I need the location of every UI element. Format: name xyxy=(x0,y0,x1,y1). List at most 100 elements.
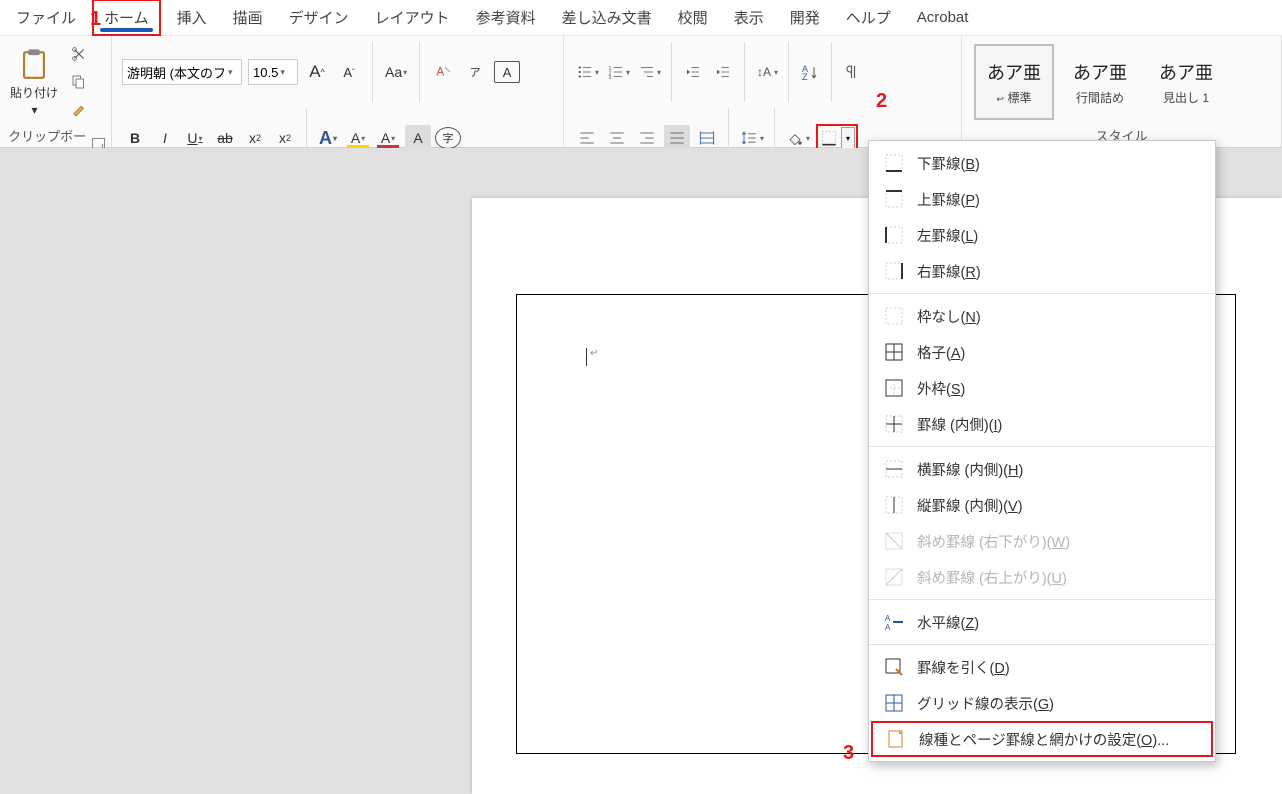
menu-top-border[interactable]: 上罫線(P) xyxy=(869,181,1215,217)
style-normal[interactable]: あア亜 ↩ 標準 xyxy=(974,44,1054,120)
phonetic-guide-button[interactable]: ア xyxy=(462,59,488,85)
increase-indent-button[interactable] xyxy=(710,59,736,85)
distribute-icon xyxy=(697,128,717,148)
text-cursor xyxy=(586,348,587,366)
line-spacing-icon xyxy=(739,128,759,148)
annotation-2: 2 xyxy=(876,90,887,113)
pilcrow-icon xyxy=(844,63,862,81)
menu-borders-and-shading[interactable]: 線種とページ罫線と網かけの設定(O)... xyxy=(871,721,1213,757)
style-sample: あア亜 xyxy=(1159,59,1213,85)
multilevel-button[interactable]: ▾ xyxy=(636,59,663,85)
menu-diag-down-border: 斜め罫線 (右下がり)(W) xyxy=(869,523,1215,559)
multilevel-icon xyxy=(638,63,656,81)
numbering-icon: 123 xyxy=(607,63,625,81)
tab-layout[interactable]: レイアウト xyxy=(365,1,460,34)
draw-border-icon xyxy=(884,657,904,677)
border-none-icon xyxy=(884,306,904,326)
tab-help[interactable]: ヘルプ xyxy=(836,1,901,34)
menu-separator xyxy=(869,446,1215,447)
numbering-button[interactable]: 123▾ xyxy=(605,59,632,85)
eraser-icon: A xyxy=(433,62,453,82)
font-size-value: 10.5 xyxy=(253,65,278,80)
tab-design[interactable]: デザイン xyxy=(279,1,359,34)
menu-inside-v-border[interactable]: 縦罫線 (内側)(V) xyxy=(869,487,1215,523)
border-bottom-icon xyxy=(884,153,904,173)
tab-references[interactable]: 参考資料 xyxy=(466,1,546,34)
menu-left-border[interactable]: 左罫線(L) xyxy=(869,217,1215,253)
text-direction-button[interactable]: ↕A▾ xyxy=(753,59,780,85)
menu-separator xyxy=(869,644,1215,645)
tab-home[interactable]: ホーム xyxy=(92,0,161,36)
chevron-down-icon: ▾ xyxy=(841,127,855,149)
horizontal-line-icon: AA xyxy=(884,612,904,632)
ribbon-tabs: ファイル ホーム 挿入 描画 デザイン レイアウト 参考資料 差し込み文書 校閲… xyxy=(0,0,1282,36)
outdent-icon xyxy=(684,63,702,81)
decrease-indent-button[interactable] xyxy=(680,59,706,85)
style-nospacing[interactable]: あア亜 行間詰め xyxy=(1060,44,1140,120)
menu-bottom-border[interactable]: 下罫線(B) xyxy=(869,145,1215,181)
tab-mailings[interactable]: 差し込み文書 xyxy=(552,1,662,34)
menu-outside-borders[interactable]: 外枠(S) xyxy=(869,370,1215,406)
brush-icon xyxy=(70,101,88,119)
style-sample: あア亜 xyxy=(1073,59,1127,85)
menu-separator xyxy=(869,599,1215,600)
menu-all-borders[interactable]: 格子(A) xyxy=(869,334,1215,370)
clear-format-button[interactable]: A xyxy=(430,59,456,85)
tab-view[interactable]: 表示 xyxy=(724,1,774,34)
grow-font-button[interactable]: A^ xyxy=(304,59,330,85)
char-border-button[interactable]: A xyxy=(494,61,520,83)
page-border-icon xyxy=(886,729,906,749)
tab-file[interactable]: ファイル xyxy=(6,1,86,34)
clipboard-icon xyxy=(17,48,51,82)
chevron-down-icon: ▾ xyxy=(31,103,37,117)
style-heading1[interactable]: あア亜 見出し 1 xyxy=(1146,44,1226,120)
border-diag-down-icon xyxy=(884,531,904,551)
tab-draw[interactable]: 描画 xyxy=(223,1,273,34)
scissors-icon xyxy=(70,45,88,63)
menu-inside-h-border[interactable]: 横罫線 (内側)(H) xyxy=(869,451,1215,487)
group-font: 游明朝 (本文のフ▾ 10.5▾ A^ Aˇ Aa▾ A ア A B I U▾ … xyxy=(112,36,564,147)
svg-text:A: A xyxy=(885,614,891,623)
menu-view-gridlines[interactable]: グリッド線の表示(G) xyxy=(869,685,1215,721)
tab-insert[interactable]: 挿入 xyxy=(167,1,217,34)
menu-separator xyxy=(869,293,1215,294)
text-direction-icon: ↕A xyxy=(755,63,773,81)
menu-no-border[interactable]: 枠なし(N) xyxy=(869,298,1215,334)
justify-icon xyxy=(667,128,687,148)
menu-draw-table[interactable]: 罫線を引く(D) xyxy=(869,649,1215,685)
svg-text:A: A xyxy=(885,623,891,632)
font-name-combo[interactable]: 游明朝 (本文のフ▾ xyxy=(122,59,242,85)
tab-acrobat[interactable]: Acrobat xyxy=(907,3,979,32)
menu-inside-borders[interactable]: 罫線 (内側)(I) xyxy=(869,406,1215,442)
enclose-char-button[interactable]: 字 xyxy=(435,127,461,149)
menu-horizontal-line[interactable]: AA水平線(Z) xyxy=(869,604,1215,640)
chevron-down-icon: ▾ xyxy=(280,67,285,78)
align-right-icon xyxy=(637,128,657,148)
show-marks-button[interactable] xyxy=(840,59,866,85)
svg-text:Z: Z xyxy=(802,72,808,81)
border-inside-h-icon xyxy=(884,459,904,479)
paste-button[interactable]: 貼り付け ▾ xyxy=(6,40,62,124)
border-diag-up-icon xyxy=(884,567,904,587)
menu-right-border[interactable]: 右罫線(R) xyxy=(869,253,1215,289)
format-painter-button[interactable] xyxy=(66,97,92,123)
annotation-3: 3 xyxy=(843,742,854,765)
sort-button[interactable]: AZ xyxy=(797,59,823,85)
copy-icon xyxy=(70,73,88,91)
font-name-value: 游明朝 (本文のフ xyxy=(127,63,226,82)
tab-developer[interactable]: 開発 xyxy=(780,1,830,34)
border-all-icon xyxy=(884,342,904,362)
copy-button[interactable] xyxy=(66,69,92,95)
bullets-button[interactable]: ▾ xyxy=(574,59,601,85)
borders-menu: 下罫線(B) 上罫線(P) 左罫線(L) 右罫線(R) 枠なし(N) 格子(A)… xyxy=(868,140,1216,762)
border-inside-v-icon xyxy=(884,495,904,515)
border-left-icon xyxy=(884,225,904,245)
font-size-combo[interactable]: 10.5▾ xyxy=(248,59,298,85)
svg-text:A: A xyxy=(436,65,444,78)
gridlines-icon xyxy=(884,693,904,713)
change-case-button[interactable]: Aa▾ xyxy=(383,59,409,85)
tab-review[interactable]: 校閲 xyxy=(668,1,718,34)
bullets-icon xyxy=(576,63,594,81)
cut-button[interactable] xyxy=(66,41,92,67)
shrink-font-button[interactable]: Aˇ xyxy=(336,59,362,85)
